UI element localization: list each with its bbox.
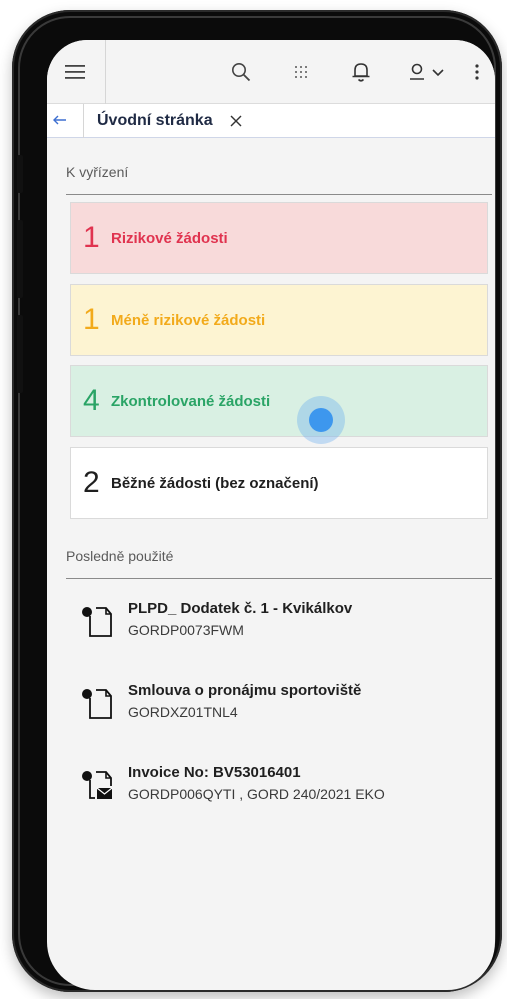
recent-item[interactable]: PLPD_ Dodatek č. 1 - Kvikálkov GORDP0073… [79,600,479,650]
user-icon [409,63,424,80]
bell-icon[interactable] [349,60,373,84]
chevron-down-icon [431,69,444,77]
card-label: Méně rizikové žádosti [111,311,266,329]
menu-divider [105,40,106,104]
card-count: 4 [83,384,100,417]
menu-icon[interactable] [63,60,87,84]
card-label: Běžné žádosti (bez označení) [111,474,319,492]
card-label: Zkontrolované žádosti [111,392,271,410]
document-icon [79,684,115,720]
card-standard-requests[interactable]: 2 Běžné žádosti (bez označení) [70,447,488,519]
card-less-risky-requests[interactable]: 1 Méně rizikové žádosti [70,284,488,356]
section-title-recent: Posledně použité [66,548,174,564]
arrow-left-icon[interactable] [52,112,76,132]
side-button [17,315,23,393]
phone-frame: Úvodní stránka K vyřízení 1 Rizikové žád… [12,10,502,992]
more-vertical-icon[interactable] [471,60,483,84]
card-label: Rizikové žádosti [111,229,228,247]
document-icon [79,602,115,638]
tab-bar: Úvodní stránka [47,104,495,138]
recent-item-code: GORDXZ01TNL4 [128,704,238,720]
section-divider [66,578,492,579]
tab-title[interactable]: Úvodní stránka [97,112,213,130]
recent-item-code: GORDP006QYTI , GORD 240/2021 EKO [128,786,385,802]
card-count: 1 [83,221,100,254]
recent-item-title: Smlouva o pronájmu sportoviště [128,682,362,699]
section-divider [66,194,492,195]
touch-indicator [297,396,345,444]
card-risky-requests[interactable]: 1 Rizikové žádosti [70,202,488,274]
apps-grid-icon[interactable] [289,60,313,84]
recent-item-code: GORDP0073FWM [128,622,244,638]
document-mail-icon [79,766,115,802]
close-icon[interactable] [229,114,243,128]
section-title-pending: K vyřízení [66,164,129,180]
card-count: 1 [83,303,100,336]
tab-divider [83,104,84,138]
recent-item[interactable]: Smlouva o pronájmu sportoviště GORDXZ01T… [79,682,479,732]
user-menu-button[interactable] [403,60,449,84]
recent-item-title: Invoice No: BV53016401 [128,764,301,781]
top-bar [47,40,495,104]
side-button [17,220,23,298]
card-count: 2 [83,466,100,499]
side-button [17,155,23,193]
search-icon[interactable] [229,60,253,84]
recent-item[interactable]: Invoice No: BV53016401 GORDP006QYTI , GO… [79,764,479,814]
recent-item-title: PLPD_ Dodatek č. 1 - Kvikálkov [128,600,353,617]
app-screen: Úvodní stránka K vyřízení 1 Rizikové žád… [47,40,495,990]
card-checked-requests[interactable]: 4 Zkontrolované žádosti [70,365,488,437]
